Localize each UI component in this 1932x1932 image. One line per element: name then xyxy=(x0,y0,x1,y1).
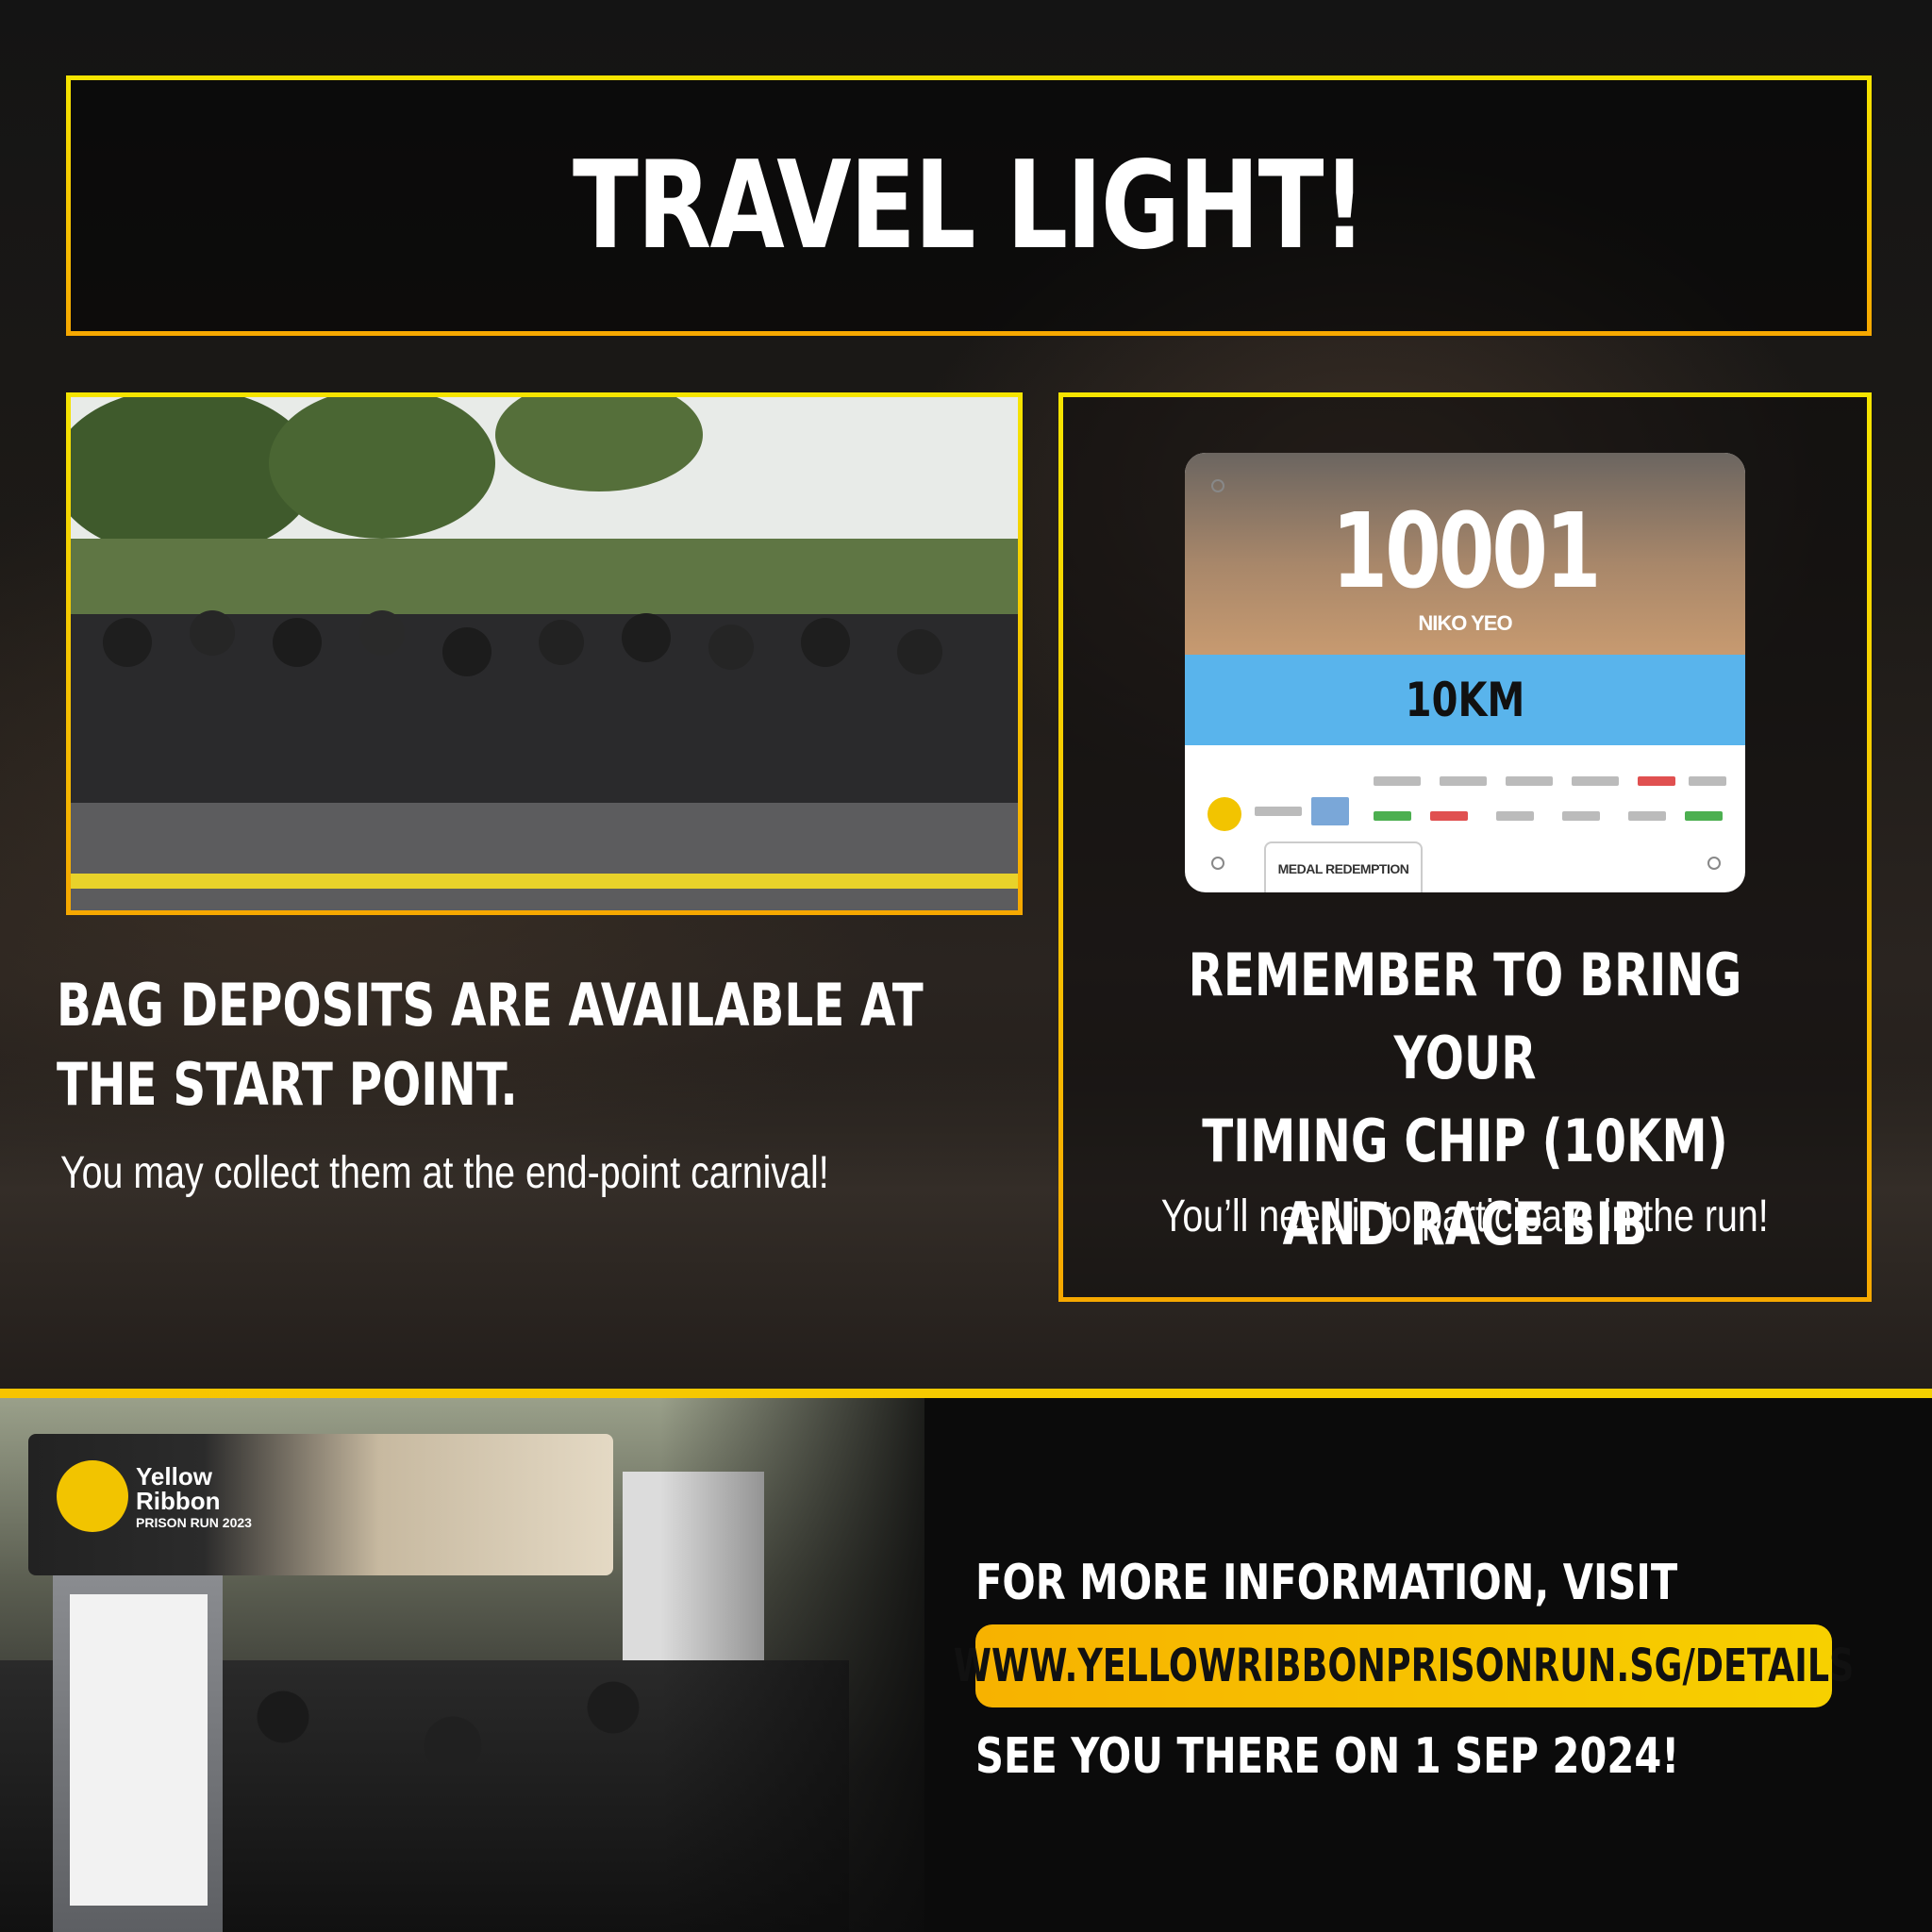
chip-subtext: You’ll need it to participate in the run… xyxy=(1160,1191,1770,1241)
arch-brand-text: Yellow Ribbon PRISON RUN 2023 xyxy=(136,1464,252,1532)
bag-heading-line1: BAG DEPOSITS ARE AVAILABLE AT xyxy=(57,971,924,1040)
bib-distance-band: 10KM xyxy=(1185,655,1745,745)
event-date-line: SEE YOU THERE ON 1 SEP 2024! xyxy=(975,1728,1680,1785)
sponsor-logos xyxy=(1198,759,1732,854)
more-info-text: FOR MORE INFORMATION, VISIT xyxy=(975,1555,1853,1611)
bag-deposit-heading: BAG DEPOSITS ARE AVAILABLE AT THE START … xyxy=(57,966,924,1124)
bib-number: 10001 xyxy=(1331,491,1602,611)
medal-redemption-tab: MEDAL REDEMPTION xyxy=(1264,841,1423,892)
bib-hole-icon xyxy=(1211,479,1224,492)
website-url-link[interactable]: WWW.YELLOWRIBBONPRISONRUN.SG/DETAILS xyxy=(954,1624,1854,1707)
yellow-divider xyxy=(0,1389,1932,1398)
more-info-line: FOR MORE INFORMATION, VISIT xyxy=(975,1555,1678,1611)
bag-deposit-subtext: You may collect them at the end-point ca… xyxy=(60,1148,829,1198)
event-date-text: SEE YOU THERE ON 1 SEP 2024! xyxy=(975,1728,1856,1785)
bag-heading-line2: THE START POINT. xyxy=(57,1050,518,1119)
race-bib-card: 10001 NIKO YEO 10KM MEDAL REDEMPTION xyxy=(1185,453,1745,892)
arch-brand-line3: PRISON RUN 2023 xyxy=(136,1515,252,1530)
arch-brand-line1: Yellow xyxy=(136,1462,212,1491)
chip-heading-line2: TIMING CHIP (10KM) xyxy=(1202,1107,1728,1175)
bib-hole-icon xyxy=(1707,857,1721,870)
page-title: TRAVEL LIGHT! xyxy=(573,135,1367,276)
title-box: TRAVEL LIGHT! xyxy=(66,75,1872,336)
arch-brand-line2: Ribbon xyxy=(136,1487,221,1515)
yellow-ribbon-logo-icon xyxy=(57,1460,128,1532)
photo-fade xyxy=(660,1398,962,1932)
bib-runner-name: NIKO YEO xyxy=(1418,611,1512,635)
chip-heading-line1: REMEMBER TO BRING YOUR xyxy=(1188,941,1742,1092)
bib-distance: 10KM xyxy=(1405,673,1525,727)
timing-chip-subtext: You’ll need it to participate in the run… xyxy=(1058,1191,1872,1242)
bib-hole-icon xyxy=(1211,857,1224,870)
start-line-photo xyxy=(66,392,1023,915)
start-line-crowd-image xyxy=(71,397,1018,910)
website-url-text: WWW.YELLOWRIBBONPRISONRUN.SG/DETAILS xyxy=(953,1640,1855,1692)
arch-pillar-signboard xyxy=(70,1594,208,1906)
yellow-ribbon-logo-icon xyxy=(1208,797,1241,831)
